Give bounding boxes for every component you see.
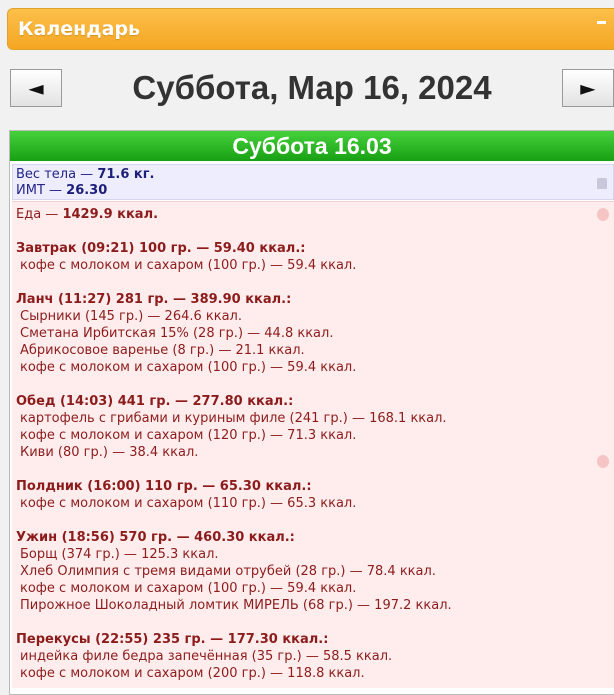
- bmi-value: 26.30: [66, 183, 108, 198]
- body-metrics-block[interactable]: Вес тела — 71.6 кг. ИМТ — 26.30: [12, 164, 614, 200]
- meal-section[interactable]: Обед (14:03) 441 гр. — 277.80 ккал.: карт…: [16, 393, 614, 461]
- meal-section[interactable]: Ланч (11:27) 281 гр. — 389.90 ккал.: Сырн…: [16, 291, 614, 376]
- meal-item: Киви (80 гр.) — 38.4 ккал.: [20, 445, 199, 460]
- weight-value: 71.6 кг.: [97, 167, 155, 182]
- meal-item: кофе с молоком и сахаром (100 гр.) — 59.…: [20, 360, 357, 375]
- meal-item: картофель с грибами и куриным филе (241 …: [20, 411, 447, 426]
- meal-title: Завтрак (09:21) 100 гр. — 59.40 ккал.:: [16, 241, 306, 256]
- meal-item: кофе с молоком и сахаром (100 гр.) — 59.…: [20, 258, 357, 273]
- meal-item: Сырники (145 гр.) — 264.6 ккал.: [20, 309, 243, 324]
- apple-icon: [597, 455, 609, 468]
- prev-day-button[interactable]: ◄: [10, 69, 62, 107]
- meal-item: Хлеб Олимпия с тремя видами отрубей (28 …: [20, 564, 436, 579]
- bmi-row: ИМТ — 26.30: [16, 183, 613, 199]
- panel-title: Календарь: [18, 18, 141, 40]
- meals-list: Завтрак (09:21) 100 гр. — 59.40 ккал.: ко…: [16, 240, 614, 682]
- bmi-label: ИМТ —: [16, 183, 63, 198]
- meal-item: кофе с молоком и сахаром (120 гр.) — 71.…: [20, 428, 357, 443]
- meal-item: Борщ (374 гр.) — 125.3 ккал.: [20, 547, 219, 562]
- meal-section[interactable]: Перекусы (22:55) 235 гр. — 177.30 ккал.:…: [16, 631, 614, 682]
- meal-title: Перекусы (22:55) 235 гр. — 177.30 ккал.:: [16, 632, 329, 647]
- meal-section[interactable]: Ужин (18:56) 570 гр. — 460.30 ккал.: Борщ…: [16, 529, 614, 614]
- weight-row: Вес тела — 71.6 кг.: [16, 167, 613, 183]
- food-total-row: Еда — 1429.9 ккал.: [16, 206, 614, 223]
- meal-item: Пирожное Шоколадный ломтик МИРЕЛЬ (68 гр…: [20, 598, 452, 613]
- meal-title: Ланч (11:27) 281 гр. — 389.90 ккал.:: [16, 292, 292, 307]
- day-card: Суббота 16.03 Вес тела — 71.6 кг. ИМТ — …: [9, 130, 614, 695]
- food-block[interactable]: Еда — 1429.9 ккал. Завтрак (09:21) 100 г…: [12, 201, 614, 688]
- apple-icon: [597, 208, 609, 221]
- meal-section[interactable]: Завтрак (09:21) 100 гр. — 59.40 ккал.: ко…: [16, 240, 614, 274]
- weight-label: Вес тела —: [16, 167, 94, 182]
- meal-title: Полдник (16:00) 110 гр. — 65.30 ккал.:: [16, 479, 312, 494]
- date-title: Суббота, Мар 16, 2024: [132, 69, 492, 106]
- meal-item: индейка филе бедра запечённая (35 гр.) —…: [20, 649, 393, 664]
- meal-section[interactable]: Полдник (16:00) 110 гр. — 65.30 ккал.: ко…: [16, 478, 614, 512]
- next-day-button[interactable]: ►: [562, 69, 614, 107]
- food-total-value: 1429.9 ккал.: [62, 207, 159, 222]
- scale-icon: [597, 178, 607, 189]
- food-total-label: Еда —: [16, 207, 59, 222]
- calendar-panel-header[interactable]: Календарь: [7, 8, 614, 50]
- meal-item: Абрикосовое варенье (8 гр.) — 21.1 ккал.: [20, 343, 305, 358]
- minimize-icon[interactable]: [597, 20, 606, 24]
- meal-item: Сметана Ирбитская 15% (28 гр.) — 44.8 кк…: [20, 326, 334, 341]
- day-header: Суббота 16.03: [10, 131, 614, 161]
- meal-title: Обед (14:03) 441 гр. — 277.80 ккал.:: [16, 394, 294, 409]
- meal-item: кофе с молоком и сахаром (110 гр.) — 65.…: [20, 496, 357, 511]
- meal-title: Ужин (18:56) 570 гр. — 460.30 ккал.:: [16, 530, 295, 545]
- meal-item: кофе с молоком и сахаром (200 гр.) — 118…: [20, 666, 365, 681]
- meal-item: кофе с молоком и сахаром (100 гр.) — 59.…: [20, 581, 357, 596]
